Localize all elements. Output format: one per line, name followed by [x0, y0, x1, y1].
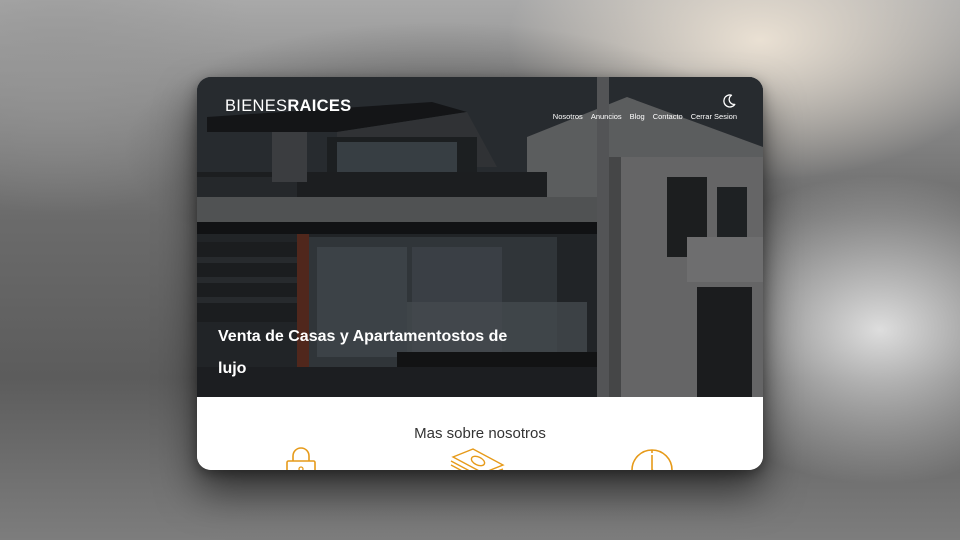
- main-navigation: Nosotros Anuncios Blog Contacto Cerrar S…: [553, 112, 737, 121]
- clock-icon: [629, 447, 675, 470]
- logo-text-light: BIENES: [225, 97, 288, 115]
- site-logo[interactable]: BIENESRAICES: [225, 97, 351, 116]
- nav-link-cerrar-sesion[interactable]: Cerrar Sesion: [691, 112, 737, 121]
- about-section: Mas sobre nosotros: [197, 397, 763, 470]
- hero-section: BIENESRAICES Nosotros Anuncios Blog Cont…: [197, 77, 763, 397]
- nav-link-blog[interactable]: Blog: [630, 112, 645, 121]
- moon-icon[interactable]: [721, 93, 737, 109]
- hero-title: Venta de Casas y Apartamentostos de lujo: [218, 327, 508, 377]
- nav-link-anuncios[interactable]: Anuncios: [591, 112, 622, 121]
- nav-link-nosotros[interactable]: Nosotros: [553, 112, 583, 121]
- logo-text-bold: RAICES: [287, 97, 352, 115]
- site-header: BIENESRAICES Nosotros Anuncios Blog Cont…: [197, 77, 763, 137]
- money-icon: [447, 447, 507, 470]
- about-title: Mas sobre nosotros: [414, 425, 546, 443]
- lock-icon: [283, 447, 319, 470]
- browser-window: BIENESRAICES Nosotros Anuncios Blog Cont…: [197, 77, 763, 470]
- nav-link-contacto[interactable]: Contacto: [653, 112, 683, 121]
